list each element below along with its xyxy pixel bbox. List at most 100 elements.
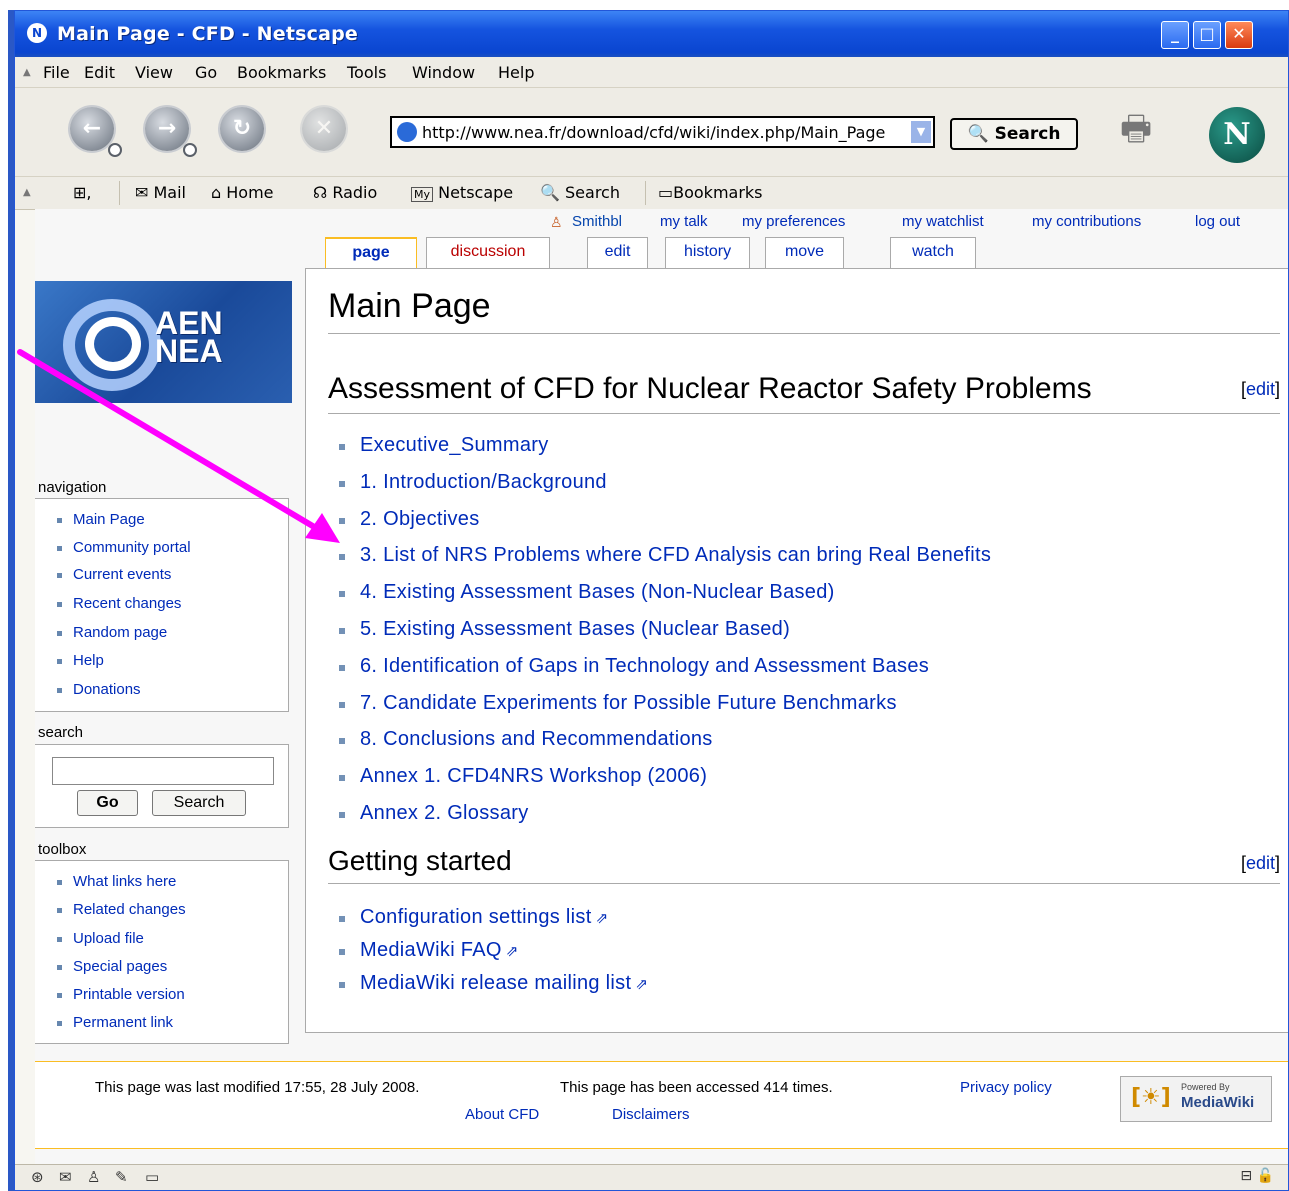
tab-watch[interactable]: watch — [890, 237, 976, 269]
disclaimers-link[interactable]: Disclaimers — [612, 1106, 690, 1123]
personal-mail[interactable]: ✉ Mail — [135, 183, 186, 202]
nav-main-page[interactable]: Main Page — [57, 511, 145, 528]
nav-donations[interactable]: Donations — [57, 681, 141, 698]
list-item[interactable]: 5. Existing Assessment Bases (Nuclear Ba… — [338, 618, 790, 641]
title-bar: N Main Page - CFD - Netscape _ □ ✕ — [15, 11, 1288, 57]
radio-icon: ☊ — [313, 183, 328, 202]
menu-file[interactable]: File — [43, 63, 70, 82]
mail-icon: ✉ — [135, 183, 149, 202]
search-input[interactable] — [52, 757, 274, 785]
menu-tools[interactable]: Tools — [347, 63, 386, 82]
user-links: ♙ Smithbl my talk my preferences my watc… — [35, 209, 1288, 239]
user-page-link[interactable]: ♙ Smithbl — [550, 213, 622, 230]
list-item[interactable]: 8. Conclusions and Recommendations — [339, 728, 713, 751]
url-bar[interactable]: http://www.nea.fr/download/cfd/wiki/inde… — [390, 116, 935, 148]
list-item[interactable]: 6. Identification of Gaps in Technology … — [338, 655, 929, 678]
list-item[interactable]: MediaWiki FAQ ⇗ — [339, 939, 519, 962]
nav-current-events[interactable]: Current events — [56, 566, 171, 583]
site-logo[interactable]: AEN NEA — [35, 281, 292, 403]
reload-icon: ↻ — [232, 116, 252, 141]
my-preferences-link[interactable]: my preferences — [742, 213, 845, 230]
personal-search[interactable]: 🔍 Search — [540, 183, 620, 202]
search-icon: 🔍 — [540, 183, 560, 202]
log-out-link[interactable]: log out — [1195, 213, 1240, 230]
list-item[interactable]: Configuration settings list ⇗ — [338, 906, 608, 929]
section-edit-assessment: [edit] — [1240, 379, 1280, 399]
tab-page[interactable]: page — [325, 237, 417, 271]
menu-view[interactable]: View — [135, 63, 173, 82]
external-link-icon: ⇗ — [505, 943, 519, 960]
menu-window[interactable]: Window — [412, 63, 475, 82]
personal-radio[interactable]: ☊ Radio — [313, 183, 377, 202]
edit-link[interactable]: edit — [1246, 379, 1275, 399]
tab-discussion[interactable]: discussion — [426, 237, 550, 269]
tab-sidebar-icon[interactable]: ⊞, — [73, 183, 92, 202]
my-contributions-link[interactable]: my contributions — [1032, 213, 1141, 230]
list-item[interactable]: 1. Introduction/Background — [339, 471, 607, 494]
maximize-button[interactable]: □ — [1193, 21, 1221, 49]
chat-icon[interactable]: ▭ — [145, 1168, 159, 1186]
nav-community-portal[interactable]: Community portal — [57, 539, 191, 556]
menu-edit[interactable]: Edit — [84, 63, 115, 82]
toolbar-grip-icon[interactable]: ▲ — [23, 68, 33, 78]
edit-link[interactable]: edit — [1246, 853, 1275, 873]
close-button[interactable]: ✕ — [1225, 21, 1253, 49]
minimize-button[interactable]: _ — [1161, 21, 1189, 49]
list-item[interactable]: 7. Candidate Experiments for Possible Fu… — [339, 692, 897, 715]
personal-home[interactable]: ⌂ Home — [211, 183, 274, 202]
personal-netscape[interactable]: My Netscape — [411, 183, 513, 202]
netscape-throbber-icon[interactable]: N — [1209, 107, 1265, 163]
tab-move[interactable]: move — [765, 237, 844, 269]
go-button[interactable]: Go — [77, 790, 138, 816]
dropdown-icon[interactable] — [183, 143, 197, 157]
print-icon[interactable]: 🖶 — [1120, 110, 1166, 148]
section-heading-assessment: Assessment of CFD for Nuclear Reactor Sa… — [328, 372, 1092, 405]
toolbar-search-button[interactable]: 🔍 Search — [950, 118, 1078, 150]
toolbox-what-links-here[interactable]: What links here — [56, 873, 176, 890]
composer-icon[interactable]: ✎ — [115, 1168, 128, 1186]
toolbox-related-changes[interactable]: Related changes — [57, 901, 186, 918]
nav-help[interactable]: Help — [57, 652, 104, 669]
reload-button[interactable]: ↻ — [220, 107, 264, 151]
back-arrow-icon: ← — [82, 116, 102, 141]
stop-button[interactable]: ✕ — [302, 107, 346, 151]
mail-icon[interactable]: ✉ — [59, 1168, 72, 1186]
tab-history[interactable]: history — [665, 237, 750, 269]
list-item[interactable]: Executive_Summary — [339, 434, 549, 457]
about-link[interactable]: About CFD — [465, 1106, 539, 1123]
logo-text: AEN NEA — [155, 305, 223, 369]
toolbox-special-pages[interactable]: Special pages — [56, 958, 167, 975]
list-item[interactable]: 2. Objectives — [339, 508, 480, 531]
toolbar-grip-icon[interactable]: ▲ — [23, 187, 31, 198]
site-icon — [397, 122, 417, 142]
address-book-icon[interactable]: ♙ — [87, 1168, 100, 1186]
list-item[interactable]: 4. Existing Assessment Bases (Non-Nuclea… — [339, 581, 835, 604]
menu-bookmarks[interactable]: Bookmarks — [237, 63, 326, 82]
list-item[interactable]: 3. List of NRS Problems where CFD Analys… — [338, 544, 991, 567]
toolbox-printable-version[interactable]: Printable version — [57, 986, 185, 1003]
my-talk-link[interactable]: my talk — [660, 213, 708, 230]
nav-random-page[interactable]: Random page — [56, 624, 167, 641]
url-dropdown-icon[interactable]: ▼ — [911, 121, 931, 143]
my-watchlist-link[interactable]: my watchlist — [902, 213, 984, 230]
search-button[interactable]: Search — [152, 790, 246, 816]
list-item[interactable]: Annex 1. CFD4NRS Workshop (2006) — [338, 765, 707, 788]
nav-recent-changes[interactable]: Recent changes — [56, 595, 181, 612]
toolbox-upload-file[interactable]: Upload file — [57, 930, 144, 947]
tab-edit[interactable]: edit — [587, 237, 648, 269]
stop-icon: ✕ — [314, 116, 334, 141]
list-item[interactable]: Annex 2. Glossary — [339, 802, 529, 825]
privacy-policy-link[interactable]: Privacy policy — [960, 1079, 1052, 1096]
url-text[interactable]: http://www.nea.fr/download/cfd/wiki/inde… — [422, 123, 907, 142]
dropdown-icon[interactable] — [108, 143, 122, 157]
list-item[interactable]: MediaWiki release mailing list ⇗ — [338, 972, 648, 995]
navigator-icon[interactable]: ⊛ — [31, 1168, 44, 1186]
back-button[interactable]: ← — [70, 107, 122, 157]
search-portlet: Go Search — [35, 744, 289, 828]
menu-go[interactable]: Go — [195, 63, 217, 82]
toolbox-permanent-link[interactable]: Permanent link — [56, 1014, 173, 1031]
menu-help[interactable]: Help — [498, 63, 534, 82]
powered-by-mediawiki-badge[interactable]: [☀] Powered By MediaWiki — [1120, 1076, 1272, 1122]
forward-button[interactable]: → — [145, 107, 197, 157]
personal-bookmarks[interactable]: ▭Bookmarks — [658, 183, 763, 202]
